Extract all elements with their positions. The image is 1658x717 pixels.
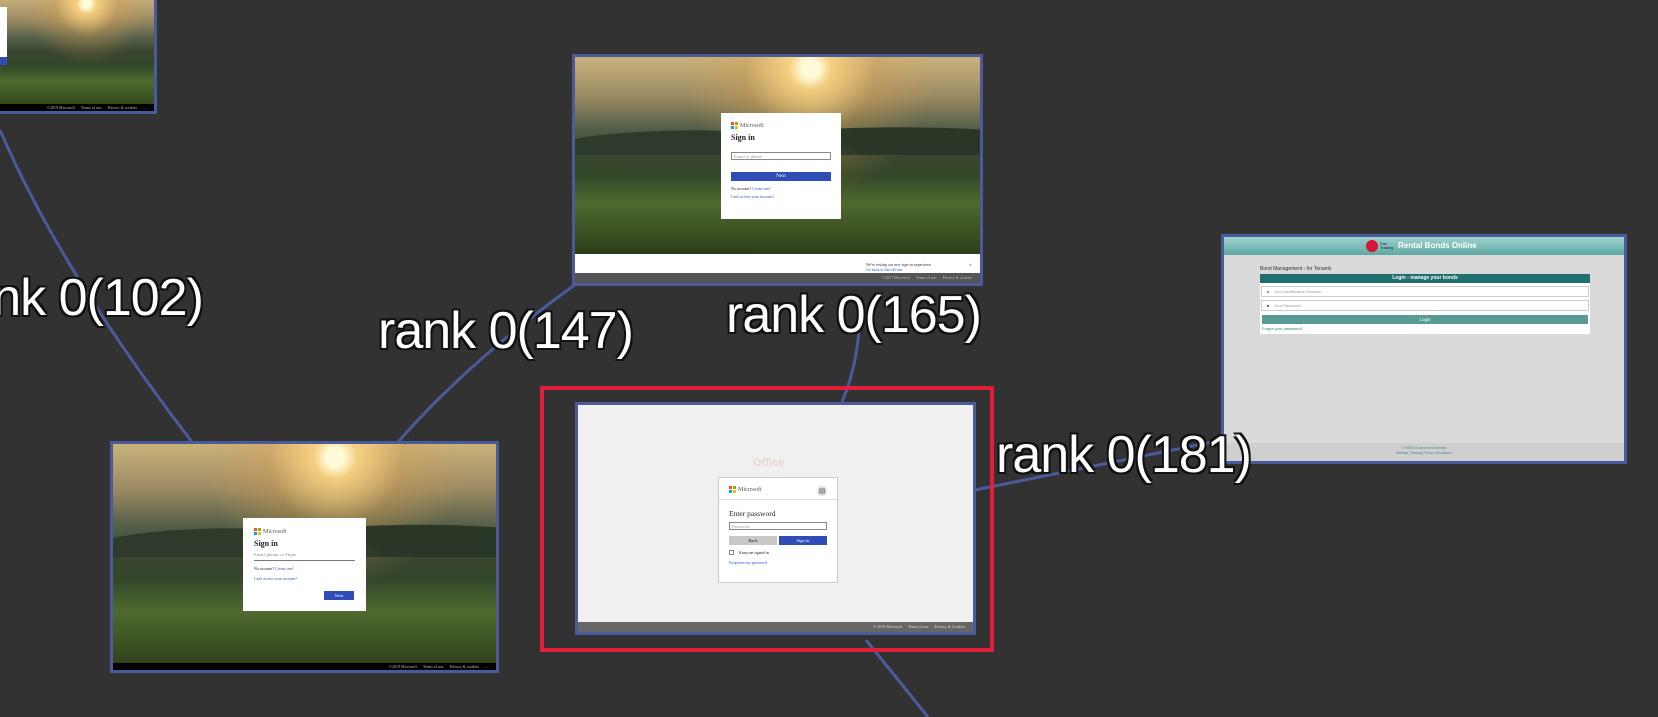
page-footer: ©2019 Microsoft Terms of use Privacy & coo…: [113, 663, 496, 670]
id-field[interactable]: ● Your Identification Number: [1261, 286, 1589, 297]
signin-card: Microsoft Sign in Email, phone, or Skype…: [243, 518, 366, 611]
screenshot-node-microsoft-signin-2[interactable]: ©2019 Microsoft Terms of use Privacy & coo…: [110, 441, 499, 673]
microsoft-logo: Microsoft: [729, 486, 827, 493]
forgot-password-link[interactable]: Forgot your password?: [1262, 326, 1588, 331]
site-title: Rental Bonds Online: [1398, 241, 1477, 250]
site-footer: © NSW Government website Website Trackin…: [1224, 443, 1624, 461]
fair-trading-logo: [1366, 240, 1378, 252]
landscape-image: [0, 0, 154, 111]
screenshot-node-microsoft-partial[interactable]: ©2019 Microsoft Terms of use Privacy & coo…: [0, 0, 157, 114]
password-field[interactable]: ■ Your Password: [1261, 300, 1589, 311]
next-button[interactable]: Next: [324, 591, 354, 600]
cant-access-link[interactable]: Can't access your account?: [731, 194, 831, 199]
banner-link[interactable]: Go back to the old one: [866, 267, 902, 272]
page-footer: ©2017 Microsoft Terms of use Privacy & coo…: [575, 273, 980, 283]
next-button[interactable]: Next: [731, 172, 831, 181]
forgot-password-link[interactable]: Forgotten my password: [729, 560, 827, 565]
signin-card-partial: [0, 7, 7, 57]
page-subtitle: Bond Management - for Tenants: [1260, 266, 1332, 272]
card-title: Sign in: [731, 133, 755, 142]
lock-icon: ■: [1266, 303, 1270, 308]
close-icon[interactable]: ×: [969, 263, 972, 269]
login-panel: Login - manage your bonds ● Your Identif…: [1260, 274, 1590, 334]
checkbox[interactable]: [729, 550, 734, 555]
create-account-link[interactable]: Create one!: [275, 566, 294, 571]
password-card: Microsoft ▤ Enter password Password Back…: [718, 477, 838, 583]
keep-signed-in[interactable]: Keep me signed in: [729, 550, 827, 555]
no-account-line: No account? Create one!: [254, 566, 294, 571]
page-footer: © 2019 Microsoft Terms of use Privacy & Co…: [578, 622, 973, 632]
card-title: Sign in: [254, 539, 278, 548]
site-header: Fair Trading Rental Bonds Online: [1224, 237, 1624, 255]
back-button[interactable]: Back: [729, 536, 777, 545]
email-field[interactable]: Email, phone, or Skype: [254, 552, 355, 561]
screenshot-node-enter-password[interactable]: Office Microsoft ▤ Enter password Passwo…: [575, 402, 976, 635]
brand-name: Microsoft: [738, 486, 762, 493]
email-field[interactable]: Email or phone: [731, 152, 831, 160]
card-title: Enter password: [729, 509, 776, 518]
edge-label-147: rank 0(147): [378, 302, 634, 360]
edge-label-102: rank 0(102): [0, 269, 204, 327]
page-footer: ©2019 Microsoft Terms of use Privacy & coo…: [0, 104, 154, 111]
login-button[interactable]: Login: [1262, 315, 1588, 324]
signin-card: Microsoft Sign in Email or phone Next No…: [721, 113, 841, 219]
create-account-link[interactable]: Create one!: [752, 186, 771, 191]
brand-name: Microsoft: [263, 528, 287, 535]
microsoft-logo: Microsoft: [254, 528, 355, 535]
logo-text: Fair Trading: [1380, 241, 1394, 250]
user-icon: ●: [1266, 289, 1270, 294]
no-account-line: No account? Create one!: [731, 186, 771, 191]
edge-label-165: rank 0(165): [726, 286, 982, 344]
panel-header: Login - manage your bonds: [1260, 274, 1590, 283]
cant-access-link[interactable]: Can't access your account?: [254, 576, 355, 581]
edge-label-181: rank 0(181): [996, 426, 1252, 484]
password-field[interactable]: Password: [729, 522, 827, 530]
microsoft-logo: Microsoft: [731, 122, 831, 129]
office-watermark: Office: [753, 457, 785, 469]
next-button-partial: [0, 57, 7, 65]
clipboard-icon: ▤: [817, 486, 827, 496]
sign-in-button[interactable]: Sign in: [779, 536, 827, 545]
brand-name: Microsoft: [740, 122, 764, 129]
screenshot-node-rental-bonds[interactable]: Fair Trading Rental Bonds Online Bond Ma…: [1221, 234, 1627, 464]
screenshot-node-microsoft-signin[interactable]: We're testing our new sign-in experience…: [572, 54, 983, 286]
